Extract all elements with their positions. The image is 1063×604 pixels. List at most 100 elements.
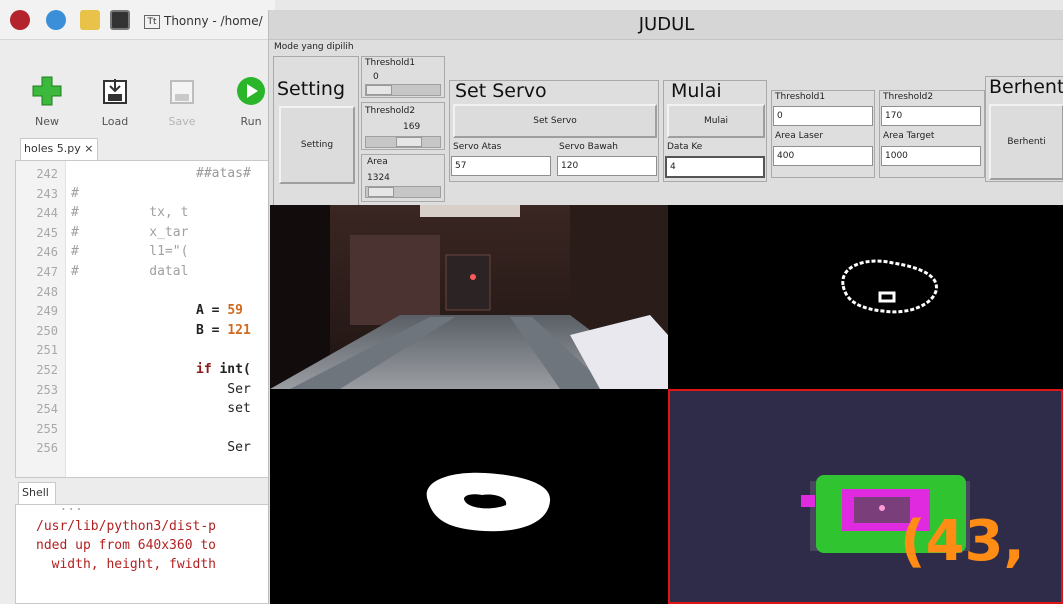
run-icon — [237, 77, 265, 105]
servo-atas-label: Servo Atas — [453, 142, 502, 152]
camera-grid: (43, — [270, 205, 1063, 604]
raspberry-menu-icon[interactable] — [10, 10, 30, 30]
target-mask-view — [270, 389, 668, 604]
shell-line: /usr/lib/python3/dist-p — [36, 519, 217, 534]
line-number: 243 — [36, 186, 58, 201]
line-number: 245 — [36, 225, 58, 240]
new-button[interactable]: New — [22, 75, 72, 128]
line-number: 252 — [36, 363, 58, 377]
line-number: 251 — [36, 343, 58, 358]
area-knob[interactable] — [368, 187, 394, 197]
editor-tab[interactable]: holes 5.py × — [20, 138, 98, 160]
threshold2-slider[interactable] — [365, 136, 441, 148]
line-number: 256 — [36, 441, 58, 456]
code-line: # l1="( — [71, 244, 189, 260]
desktop: Tt Thonny - /home/ New Load Save Run hole… — [0, 0, 1063, 604]
threshold1-value: 0 — [373, 72, 379, 82]
code-line: Ser — [196, 381, 251, 397]
servo-bawah-label: Servo Bawah — [559, 142, 618, 152]
line-number: 249 — [36, 304, 58, 319]
threshold2-value: 169 — [403, 122, 421, 132]
taskbar-thonny-label: Thonny - /home/ — [164, 14, 263, 28]
code-line: if int( — [196, 362, 251, 377]
set-servo-button[interactable]: Set Servo — [453, 104, 657, 138]
camera-raw-view — [270, 205, 668, 389]
shell-line: nded up from 640x360 to — [36, 538, 217, 553]
area-target-field[interactable]: 1000 — [881, 146, 981, 166]
load-button[interactable]: Load — [90, 75, 140, 128]
save-icon — [170, 80, 194, 104]
area-target-label: Area Target — [883, 131, 935, 141]
berhenti-button[interactable]: Berhenti — [989, 104, 1063, 180]
shell-panel[interactable]: ... /usr/lib/python3/dist-p nded up from… — [15, 504, 275, 604]
area-laser-field[interactable]: 400 — [773, 146, 873, 166]
new-label: New — [35, 115, 59, 128]
browser-icon[interactable] — [46, 10, 66, 30]
thonny-icon: Tt — [144, 14, 160, 29]
threshold2-label: Threshold2 — [365, 106, 416, 116]
line-number: 246 — [36, 245, 58, 260]
taskbar: Tt Thonny - /home/ — [0, 0, 275, 40]
code-line: ##atas# — [196, 166, 251, 181]
mode-label: Mode yang dipilih — [274, 42, 354, 52]
thonny-window: Tt Thonny - /home/ New Load Save Run hole… — [0, 0, 275, 604]
line-number: 255 — [36, 421, 58, 436]
mulai-button[interactable]: Mulai — [667, 104, 765, 138]
mulai-heading: Mulai — [671, 80, 722, 102]
line-number: 248 — [36, 284, 58, 299]
code-line: B = 121 — [196, 322, 251, 338]
save-label: Save — [168, 115, 196, 128]
window-title: JUDUL — [269, 10, 1063, 40]
berhenti-heading: Berhent — [989, 76, 1063, 98]
load-label: Load — [101, 115, 129, 128]
thr2-field-label: Threshold2 — [883, 92, 934, 102]
laser-mask-image — [841, 259, 938, 314]
data-ke-label: Data Ke — [667, 142, 703, 152]
area-label: Area — [367, 157, 388, 167]
setting-heading: Setting — [277, 78, 346, 100]
shell-cut-line: ... — [36, 504, 99, 514]
code-line: # — [71, 185, 79, 201]
area-value: 1324 — [367, 173, 390, 183]
plus-icon — [32, 76, 62, 106]
overlay-coordinate-text: (43, — [900, 509, 1025, 574]
servo-bawah-field[interactable]: 120 — [557, 156, 657, 176]
code-line: Ser — [196, 440, 251, 456]
line-number: 244 — [36, 206, 58, 221]
load-icon — [103, 79, 127, 104]
area-laser-label: Area Laser — [775, 131, 824, 141]
code-line: # tx, t — [71, 205, 189, 221]
line-number: 250 — [36, 323, 58, 338]
threshold1-knob[interactable] — [366, 85, 392, 95]
code-line: A = 59 — [196, 303, 243, 319]
annotated-view: (43, — [668, 389, 1063, 604]
area-slider[interactable] — [365, 186, 441, 198]
line-number: 254 — [36, 402, 58, 417]
line-number: 247 — [36, 265, 58, 279]
thr1-field-label: Threshold1 — [775, 92, 826, 102]
terminal-icon[interactable] — [110, 10, 130, 30]
data-ke-field[interactable]: 4 — [665, 156, 765, 178]
shell-tab[interactable]: Shell — [18, 482, 56, 504]
thonny-toolbar: New Load Save Run — [0, 40, 275, 138]
setting-button[interactable]: Setting — [279, 106, 355, 184]
code-line: set — [196, 401, 251, 417]
target-mask-image — [426, 472, 551, 532]
folder-icon[interactable] — [80, 10, 100, 30]
thr2-field[interactable]: 170 — [881, 106, 981, 126]
code-line: # x_tar — [71, 224, 189, 240]
shell-line: width, height, fwidth — [36, 557, 217, 572]
camera-raw-image — [270, 205, 668, 389]
save-button[interactable]: Save — [157, 75, 207, 128]
thr1-field[interactable]: 0 — [773, 106, 873, 126]
set-servo-heading: Set Servo — [455, 80, 547, 102]
taskbar-thonny-item[interactable]: Tt Thonny - /home/ — [144, 8, 275, 34]
line-number: 242 — [36, 167, 58, 181]
code-editor[interactable]: 242 243 244 245 246 247 248 249 250 251 252 253 254 2… — [15, 160, 275, 478]
line-number: 253 — [36, 382, 58, 397]
threshold1-slider[interactable] — [365, 84, 441, 96]
line-gutter: 242 243 244 245 246 247 248 249 250 251 252 253 254 2… — [16, 161, 66, 477]
servo-atas-field[interactable]: 57 — [451, 156, 551, 176]
laser-mask-view — [668, 205, 1063, 389]
threshold2-knob[interactable] — [396, 137, 422, 147]
